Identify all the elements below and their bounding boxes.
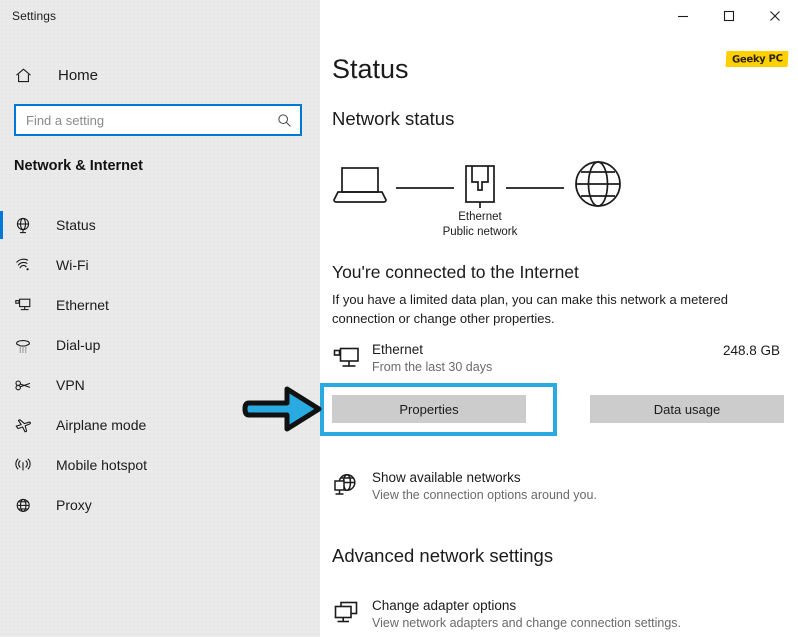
ethernet-port-icon [465, 165, 495, 208]
change-adapter-options-title: Change adapter options [372, 598, 517, 613]
selection-indicator [0, 211, 3, 239]
search-input[interactable] [26, 107, 276, 133]
diagram-node-type: Public network [442, 226, 518, 238]
sidebar-item-label: Wi-Fi [56, 257, 89, 273]
sidebar-item-label: Mobile hotspot [56, 457, 148, 473]
network-status-heading: Network status [332, 108, 455, 129]
wifi-icon [14, 256, 40, 275]
data-usage-button[interactable]: Data usage [590, 395, 784, 423]
show-available-networks-title: Show available networks [372, 470, 521, 485]
sidebar-item-proxy[interactable]: Proxy [0, 485, 320, 525]
diagram-node-name: Ethernet [458, 211, 502, 223]
sidebar-item-status[interactable]: Status [0, 205, 320, 245]
network-diagram: Ethernet Public network [330, 160, 630, 245]
search-box[interactable] [14, 104, 302, 136]
sidebar-section-title: Network & Internet [14, 158, 143, 174]
sidebar-item-label: Status [56, 217, 96, 233]
adapter-period: From the last 30 days [372, 360, 493, 374]
page-title: Status [332, 54, 409, 84]
connection-status-title: You're connected to the Internet [332, 262, 579, 282]
properties-button[interactable]: Properties [332, 395, 526, 423]
watermark-text: Geeky PC [731, 52, 783, 66]
sidebar-item-label: Airplane mode [56, 417, 147, 433]
status-globe-icon [14, 216, 40, 235]
advanced-network-settings-heading: Advanced network settings [332, 545, 554, 566]
home-icon [14, 66, 42, 85]
action-buttons-row: Properties Data usage [332, 395, 784, 423]
proxy-globe-icon [14, 496, 40, 515]
globe-icon [575, 161, 621, 207]
sidebar-item-ethernet[interactable]: Ethernet [0, 285, 320, 325]
main-content: Status Geeky PC Network status Ethernet … [320, 0, 798, 637]
window-body: Home Network & Internet [0, 0, 798, 637]
adapter-summary-row: Ethernet From the last 30 days 248.8 GB [332, 340, 784, 378]
vpn-key-icon [14, 376, 40, 395]
maximize-button[interactable] [706, 0, 752, 32]
adapter-name: Ethernet [372, 342, 424, 357]
connection-status-description: If you have a limited data plan, you can… [332, 292, 728, 326]
sidebar-item-label: Ethernet [56, 297, 109, 313]
settings-window: Home Network & Internet [0, 0, 798, 637]
dialup-phone-icon [14, 336, 40, 355]
window-title: Settings [12, 9, 57, 23]
adapter-monitor-icon [332, 600, 360, 628]
ethernet-icon [14, 296, 40, 315]
sidebar-item-dialup[interactable]: Dial-up [0, 325, 320, 365]
pointer-arrow-right-icon [242, 383, 323, 437]
minimize-button[interactable] [660, 0, 706, 32]
home-label: Home [58, 66, 99, 84]
hotspot-antenna-icon [14, 456, 40, 475]
window-controls [660, 0, 798, 32]
sidebar-item-wifi[interactable]: Wi-Fi [0, 245, 320, 285]
change-adapter-options-subtitle: View network adapters and change connect… [372, 616, 681, 630]
show-available-networks-subtitle: View the connection options around you. [372, 488, 597, 502]
sidebar-nav-list: Status Wi-Fi Ethernet Dial-up VPN Airpla… [0, 205, 320, 525]
sidebar: Home Network & Internet [0, 0, 320, 637]
geeky-pc-watermark: Geeky PC [725, 48, 789, 70]
sidebar-item-home[interactable]: Home [0, 58, 320, 92]
sidebar-item-label: Proxy [56, 497, 92, 513]
diagram-node-label: Ethernet Public network [400, 210, 560, 240]
adapter-data-usage: 248.8 GB [722, 343, 780, 358]
close-button[interactable] [752, 0, 798, 32]
sidebar-item-label: VPN [56, 377, 85, 393]
laptop-icon [333, 167, 387, 203]
airplane-icon [14, 416, 40, 435]
title-bar: Settings [0, 0, 798, 32]
globe-monitor-icon [332, 472, 360, 500]
sidebar-item-mobile-hotspot[interactable]: Mobile hotspot [0, 445, 320, 485]
ethernet-monitor-icon [332, 344, 360, 372]
search-icon[interactable] [276, 113, 292, 128]
sidebar-item-label: Dial-up [56, 337, 101, 353]
